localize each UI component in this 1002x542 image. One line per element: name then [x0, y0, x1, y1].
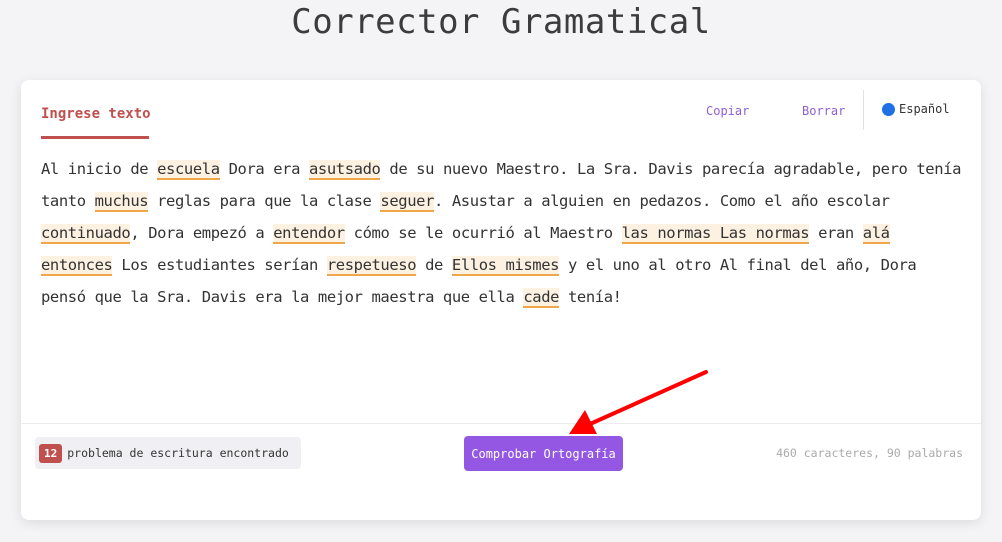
- flagged-word[interactable]: Ellos mismes: [451, 256, 559, 276]
- copy-button[interactable]: Copiar: [706, 104, 749, 118]
- editor-card: Ingrese texto Copiar Borrar Español Al i…: [21, 80, 981, 520]
- flagged-word[interactable]: respetueso: [326, 256, 417, 276]
- flagged-word[interactable]: entendor: [273, 224, 345, 244]
- page-title: Corrector Gramatical: [291, 2, 711, 42]
- flagged-word[interactable]: seguer: [380, 192, 434, 212]
- text-segment: tenía!: [559, 288, 622, 306]
- text-segment: . Asustar a alguien en pedazos. Como el …: [434, 192, 890, 210]
- tab-input-text[interactable]: Ingrese texto: [41, 106, 151, 122]
- clear-button[interactable]: Borrar: [802, 104, 845, 118]
- check-spelling-button[interactable]: Comprobar Ortografía: [464, 436, 623, 471]
- text-stats: 460 caracteres, 90 palabras: [776, 446, 963, 460]
- issue-label: problema de escritura encontrado: [67, 446, 289, 460]
- text-editor[interactable]: Al inicio de escuela Dora era asutsado d…: [41, 153, 966, 313]
- flagged-word[interactable]: continuado: [41, 224, 131, 244]
- flagged-word[interactable]: escuela: [157, 160, 220, 180]
- issues-indicator[interactable]: 12 problema de escritura encontrado: [35, 437, 301, 469]
- footer-divider: [21, 423, 981, 424]
- text-segment: Dora era: [219, 160, 309, 178]
- language-dot-icon: [882, 102, 895, 116]
- text-segment: , Dora empezó a: [130, 224, 274, 242]
- flagged-word[interactable]: cade: [523, 288, 559, 308]
- flagged-word[interactable]: las normas Las normas: [621, 224, 810, 244]
- text-segment: eran: [809, 224, 863, 242]
- language-label: Español: [899, 102, 950, 116]
- text-segment: cómo se le ocurrió al Maestro: [344, 224, 622, 242]
- flagged-word[interactable]: muchus: [94, 192, 149, 212]
- text-segment: Al inicio de: [41, 160, 158, 178]
- flagged-word[interactable]: asutsado: [308, 160, 381, 180]
- text-segment: de: [416, 256, 452, 274]
- text-segment: reglas para que la clase: [148, 192, 381, 210]
- tab-active-underline: [41, 136, 149, 139]
- text-segment: Los estudiantes serían: [112, 256, 327, 274]
- header-divider: [863, 90, 864, 130]
- issue-count-badge: 12: [39, 443, 63, 463]
- language-selector[interactable]: Español: [882, 102, 950, 116]
